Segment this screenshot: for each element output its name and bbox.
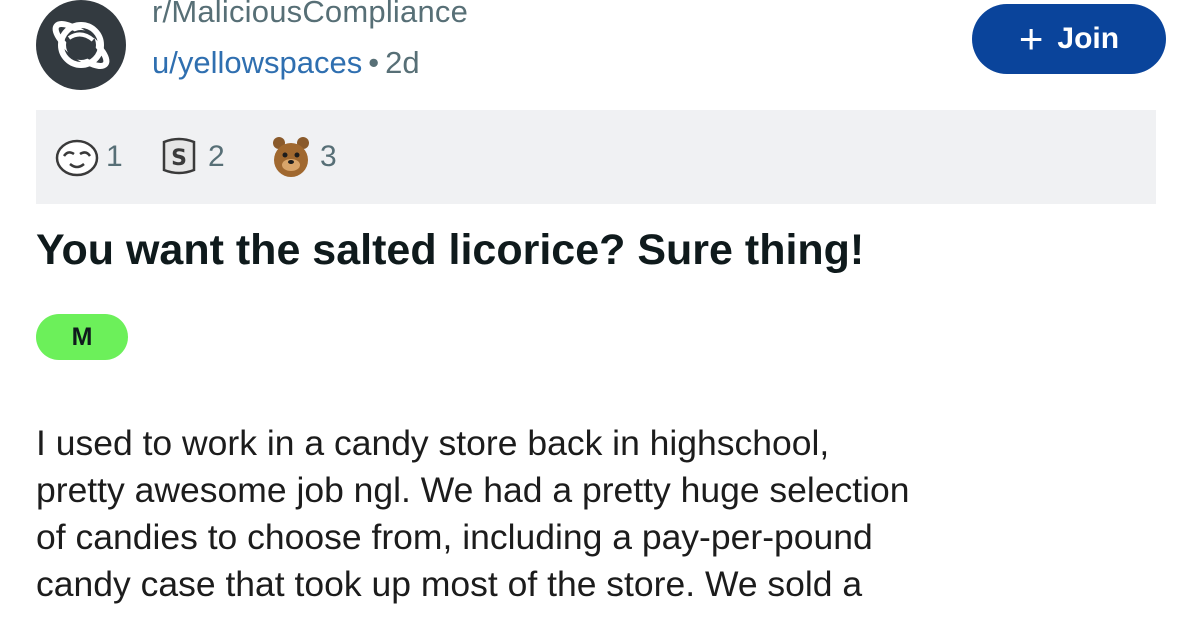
award-bear[interactable]: 3 [268,134,337,180]
post-body-line: I used to work in a candy store back in … [36,423,830,463]
silver-award-icon: S [162,137,196,175]
subreddit-avatar[interactable] [36,0,126,90]
meta-separator: • [368,45,380,80]
post-age: 2d [385,45,420,80]
wholesome-award-icon [55,139,99,177]
award-silver[interactable]: S 2 [156,134,225,180]
post-body: I used to work in a candy store back in … [36,420,1176,608]
subreddit-name[interactable]: r/MaliciousCompliance [152,0,468,30]
award-wholesome[interactable]: 1 [54,134,123,180]
join-button[interactable]: + Join [972,4,1166,74]
post-header: r/MaliciousCompliance u/yellowspaces • 2d … [36,0,1166,100]
join-label: Join [1057,22,1120,55]
post-title[interactable]: You want the salted licorice? Sure thing… [36,226,864,275]
award-count: 1 [106,140,123,173]
post-body-line: of candies to choose from, including a p… [36,517,873,557]
post-page: r/MaliciousCompliance u/yellowspaces • 2d … [0,0,1200,630]
post-flair[interactable]: M [36,314,128,360]
award-count: 2 [208,140,225,173]
plus-icon: + [1018,15,1044,62]
planet-icon [52,21,110,69]
post-meta: u/yellowspaces • 2d [152,45,420,81]
post-body-line: pretty awesome job ngl. We had a pretty … [36,470,910,510]
awards-bar[interactable]: 1 S 2 3 [36,110,1156,204]
svg-text:S: S [171,146,187,171]
post-body-line: candy case that took up most of the stor… [36,564,863,604]
bear-award-icon [273,137,309,177]
author-username[interactable]: u/yellowspaces [152,45,362,80]
award-count: 3 [320,140,337,173]
